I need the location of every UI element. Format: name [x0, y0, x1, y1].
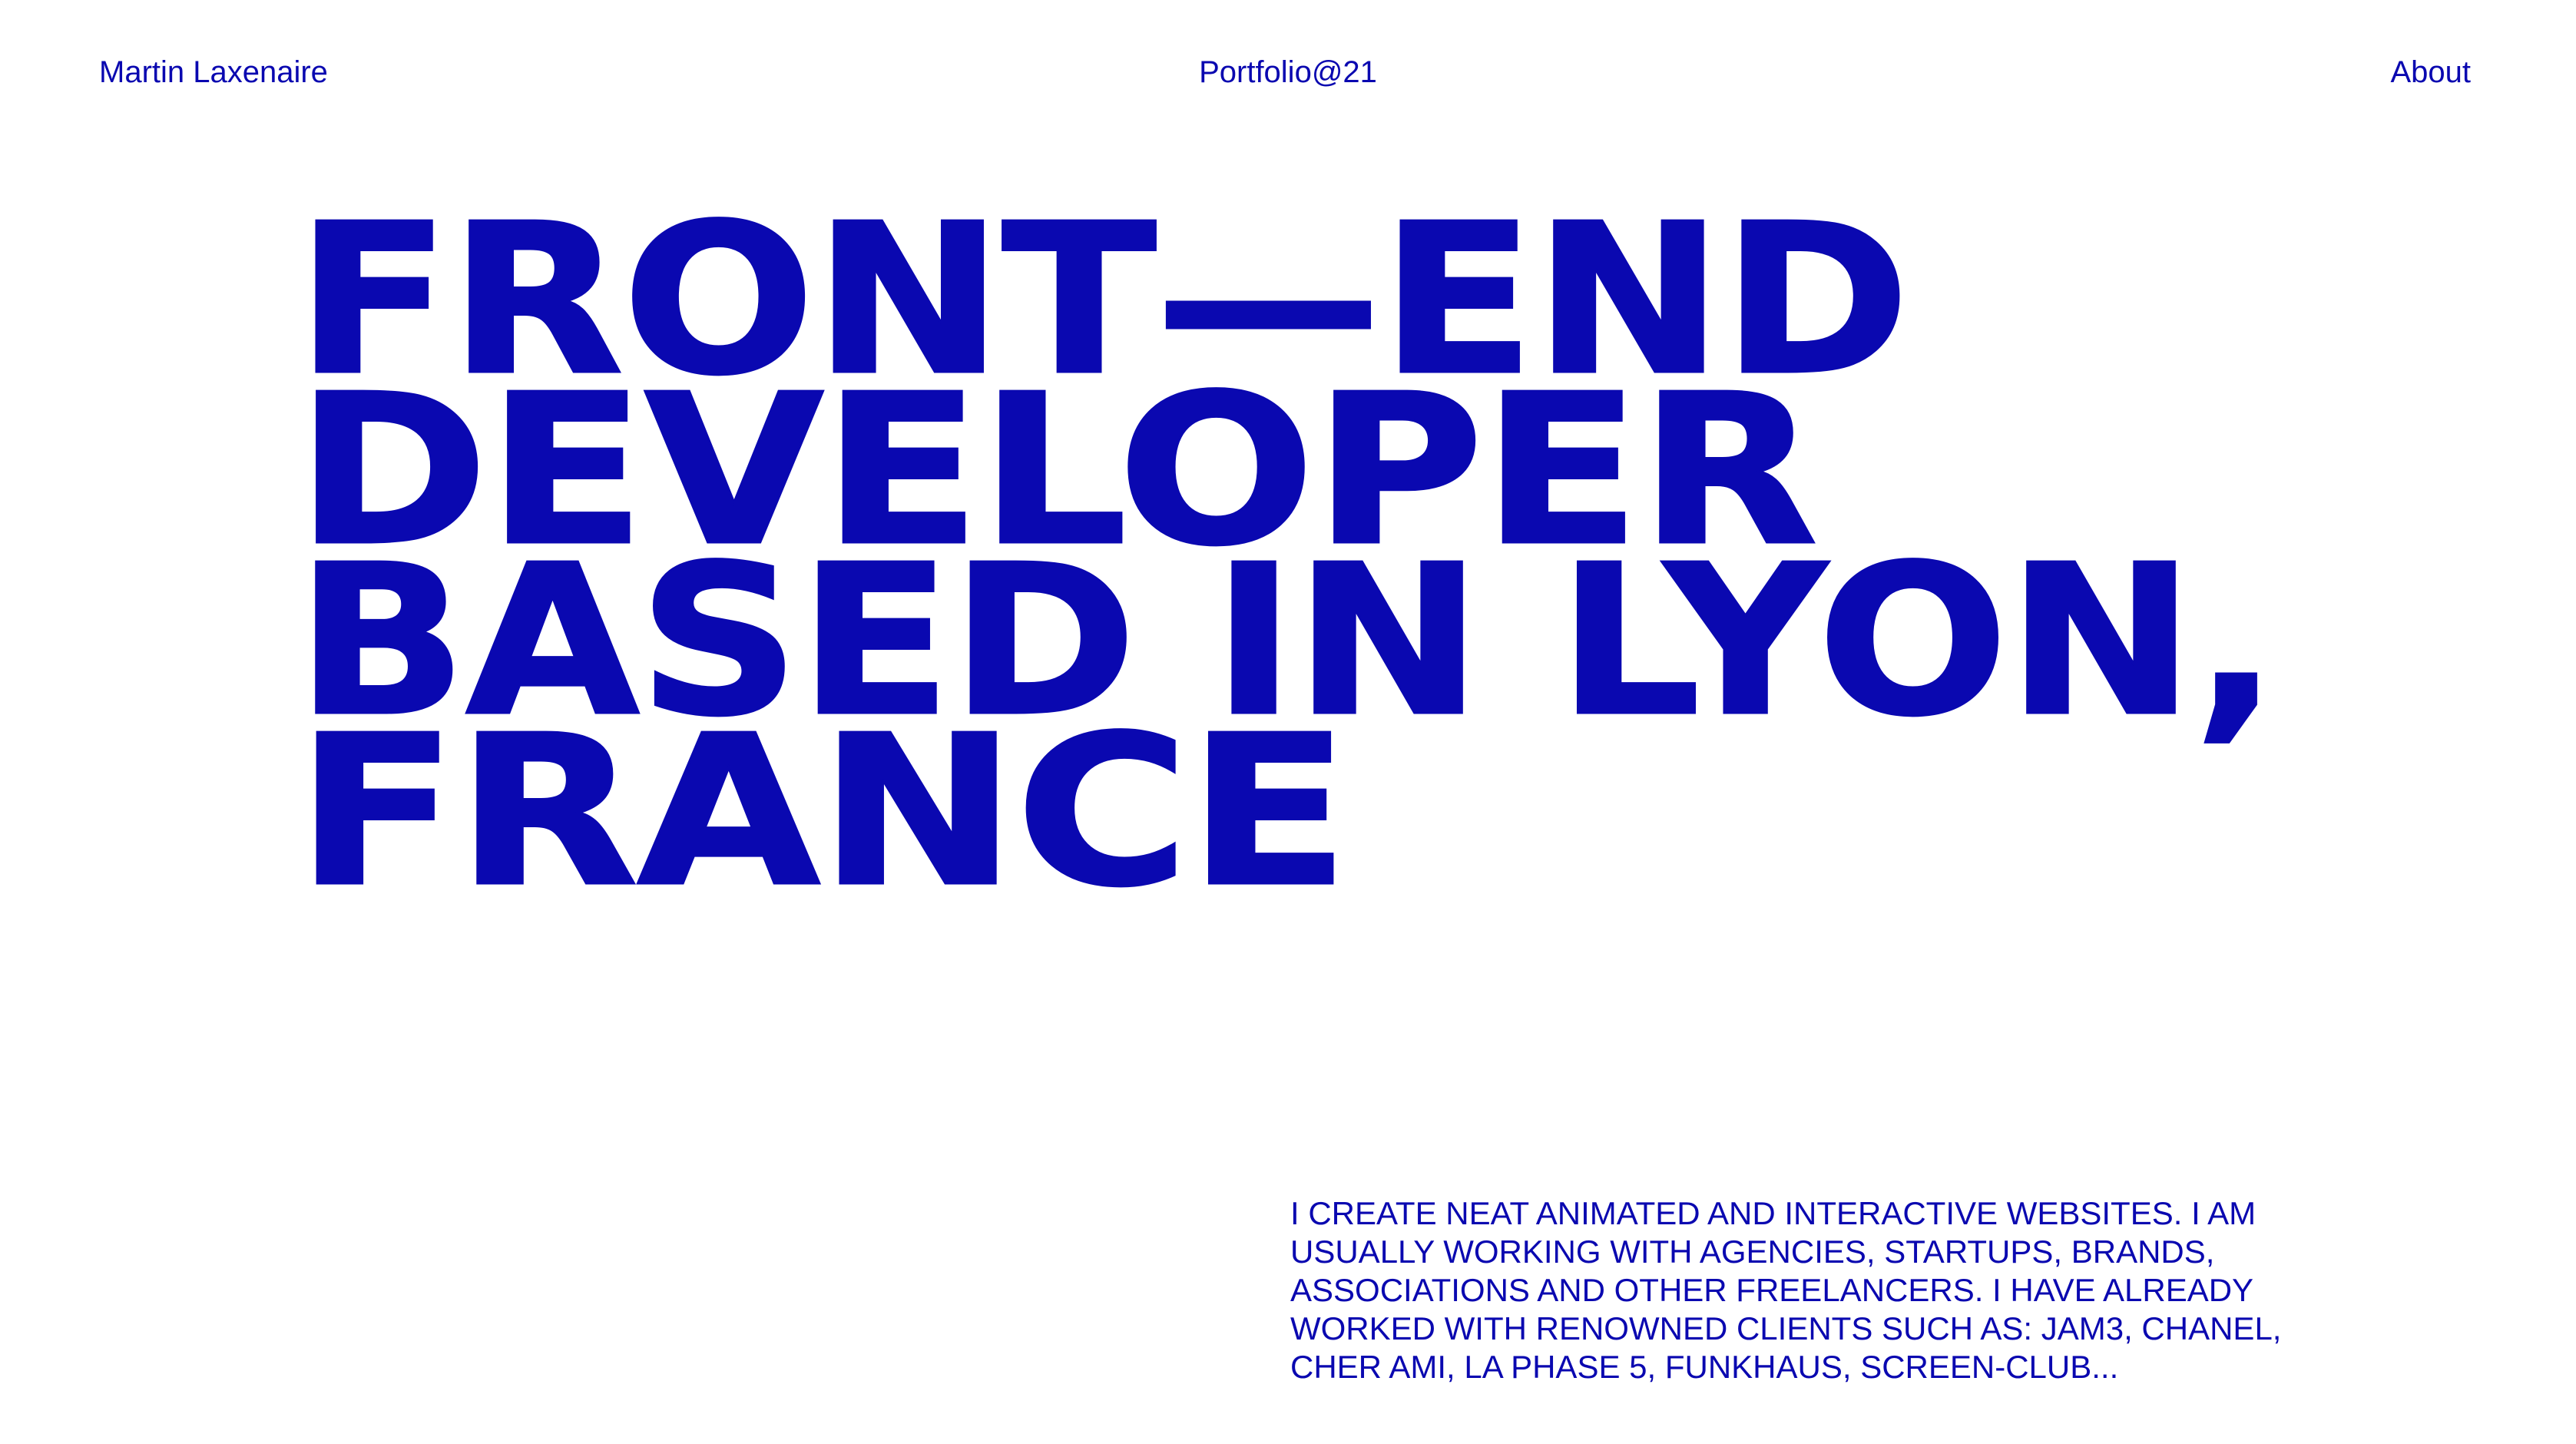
hero-heading: FRONT—END DEVELOPER BASED IN LYON, FRANC…: [294, 195, 2280, 916]
about-link[interactable]: About: [2390, 54, 2471, 91]
intro-paragraph: I CREATE NEAT ANIMATED AND INTERACTIVE W…: [1290, 1195, 2282, 1385]
site-name-link[interactable]: Martin Laxenaire: [99, 54, 328, 91]
portfolio-link[interactable]: Portfolio@21: [1199, 54, 1377, 91]
hero-line-france: FRANCE: [294, 691, 1351, 932]
